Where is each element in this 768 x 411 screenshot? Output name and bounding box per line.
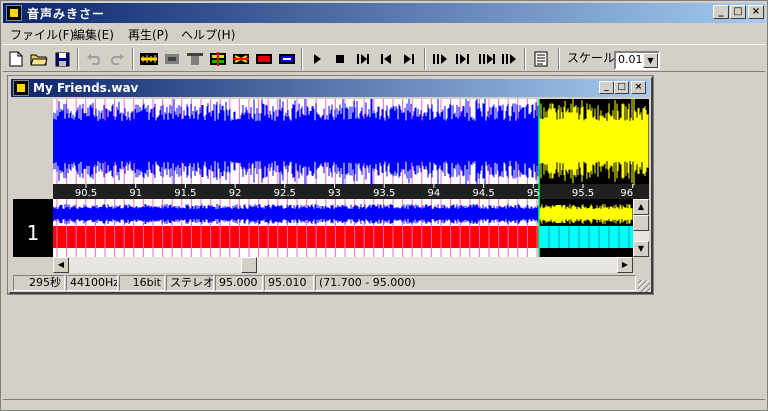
mark-2-icon[interactable] — [453, 48, 475, 70]
waveform-view[interactable]: 90.5 91 91.5 92 92.5 93 93.5 94 94.5 95 95.5 96 — [53, 99, 649, 257]
document-title-bar: My Friends.wav _ □ × — [11, 79, 650, 97]
menu-bar: ファイル(F) 編集(E) 再生(P) ヘルプ(H) — [3, 24, 765, 43]
resize-grip[interactable] — [638, 280, 650, 292]
tick-label: 94.5 — [472, 188, 494, 199]
status-pos-end: 95.010 — [264, 275, 314, 291]
tick-label: 92 — [229, 188, 242, 199]
effect-7-icon[interactable] — [276, 48, 298, 70]
document-icon — [13, 80, 29, 96]
app-icon — [6, 5, 22, 21]
scale-select[interactable]: 0.01 ▼ — [614, 51, 660, 70]
scroll-right-icon[interactable]: ▶ — [617, 257, 633, 273]
doc-maximize-button[interactable]: □ — [614, 81, 629, 94]
effect-6-icon[interactable] — [253, 48, 275, 70]
scroll-left-icon[interactable]: ◀ — [53, 257, 69, 273]
tick-label: 94 — [428, 188, 441, 199]
tick-label: 90.5 — [75, 188, 97, 199]
effect-1-icon[interactable] — [138, 48, 160, 70]
tick-label: 91.5 — [174, 188, 196, 199]
play-icon[interactable] — [306, 48, 328, 70]
new-file-icon[interactable] — [5, 48, 27, 70]
vertical-scrollbar[interactable]: ▲ ▼ — [633, 199, 649, 257]
horizontal-scrollbar[interactable]: ◀ ▶ — [53, 257, 633, 273]
scroll-up-icon[interactable]: ▲ — [633, 199, 649, 215]
effect-2-icon[interactable] — [161, 48, 183, 70]
toolbar: スケール 0.01 ▼ — [3, 44, 765, 72]
open-folder-icon[interactable] — [28, 48, 50, 70]
marker-bar — [53, 226, 539, 248]
chevron-down-icon[interactable]: ▼ — [643, 53, 658, 68]
go-start-icon[interactable] — [375, 48, 397, 70]
status-bar: 295秒 44100Hz 16bit ステレオ 95.000 95.010 (7… — [11, 275, 650, 292]
app-window: 音声みきさー _ □ × ファイル(F) 編集(E) 再生(P) ヘルプ(H) — [0, 0, 768, 411]
menu-file[interactable]: ファイル(F) — [10, 26, 74, 43]
menu-edit[interactable]: 編集(E) — [73, 26, 114, 43]
undo-icon[interactable] — [83, 48, 105, 70]
menu-play[interactable]: 再生(P) — [128, 26, 169, 43]
doc-close-button[interactable]: × — [631, 81, 646, 94]
vscroll-thumb[interactable] — [633, 215, 649, 231]
scale-value: 0.01 — [618, 53, 643, 66]
status-duration: 295秒 — [13, 275, 65, 291]
status-sample-rate: 44100Hz — [66, 275, 118, 291]
tick-label: 93 — [328, 188, 341, 199]
go-end-icon[interactable] — [398, 48, 420, 70]
step-forward-icon[interactable] — [352, 48, 374, 70]
title-bar: 音声みきさー _ □ × — [3, 3, 765, 23]
track-number[interactable]: 1 — [13, 199, 53, 257]
memo-icon[interactable] — [530, 48, 552, 70]
scroll-thumb[interactable] — [241, 257, 257, 273]
stop-icon[interactable] — [329, 48, 351, 70]
tick-label: 92.5 — [274, 188, 296, 199]
document-title: My Friends.wav — [33, 81, 139, 95]
redo-icon[interactable] — [106, 48, 128, 70]
timeline — [53, 184, 649, 199]
maximize-button[interactable]: □ — [730, 5, 746, 19]
status-bit-depth: 16bit — [119, 275, 165, 291]
save-icon[interactable] — [51, 48, 73, 70]
status-channels: ステレオ — [166, 275, 214, 291]
effect-3-icon[interactable] — [184, 48, 206, 70]
tick-label: 95 — [527, 188, 540, 199]
tick-label: 93.5 — [373, 188, 395, 199]
effect-5-icon[interactable] — [230, 48, 252, 70]
menu-help[interactable]: ヘルプ(H) — [181, 26, 235, 43]
mark-4-icon[interactable] — [499, 48, 521, 70]
mark-1-icon[interactable] — [430, 48, 452, 70]
document-window: My Friends.wav _ □ × 1 90.5 91 91.5 92 92.5 9… — [7, 75, 654, 295]
effect-4-icon[interactable] — [207, 48, 229, 70]
app-title: 音声みきさー — [27, 7, 106, 21]
scroll-down-icon[interactable]: ▼ — [633, 241, 649, 257]
track-header-top — [13, 99, 53, 197]
doc-minimize-button[interactable]: _ — [599, 81, 614, 94]
mark-3-icon[interactable] — [476, 48, 498, 70]
scale-label: スケール — [567, 51, 616, 65]
minimize-button[interactable]: _ — [713, 5, 729, 19]
tick-label: 91 — [129, 188, 142, 199]
status-pos-start: 95.000 — [215, 275, 263, 291]
status-selection: (71.700 - 95.000) — [315, 275, 636, 291]
tick-label: 96 — [620, 188, 633, 199]
tick-label: 95.5 — [572, 188, 594, 199]
close-button[interactable]: × — [748, 5, 764, 19]
